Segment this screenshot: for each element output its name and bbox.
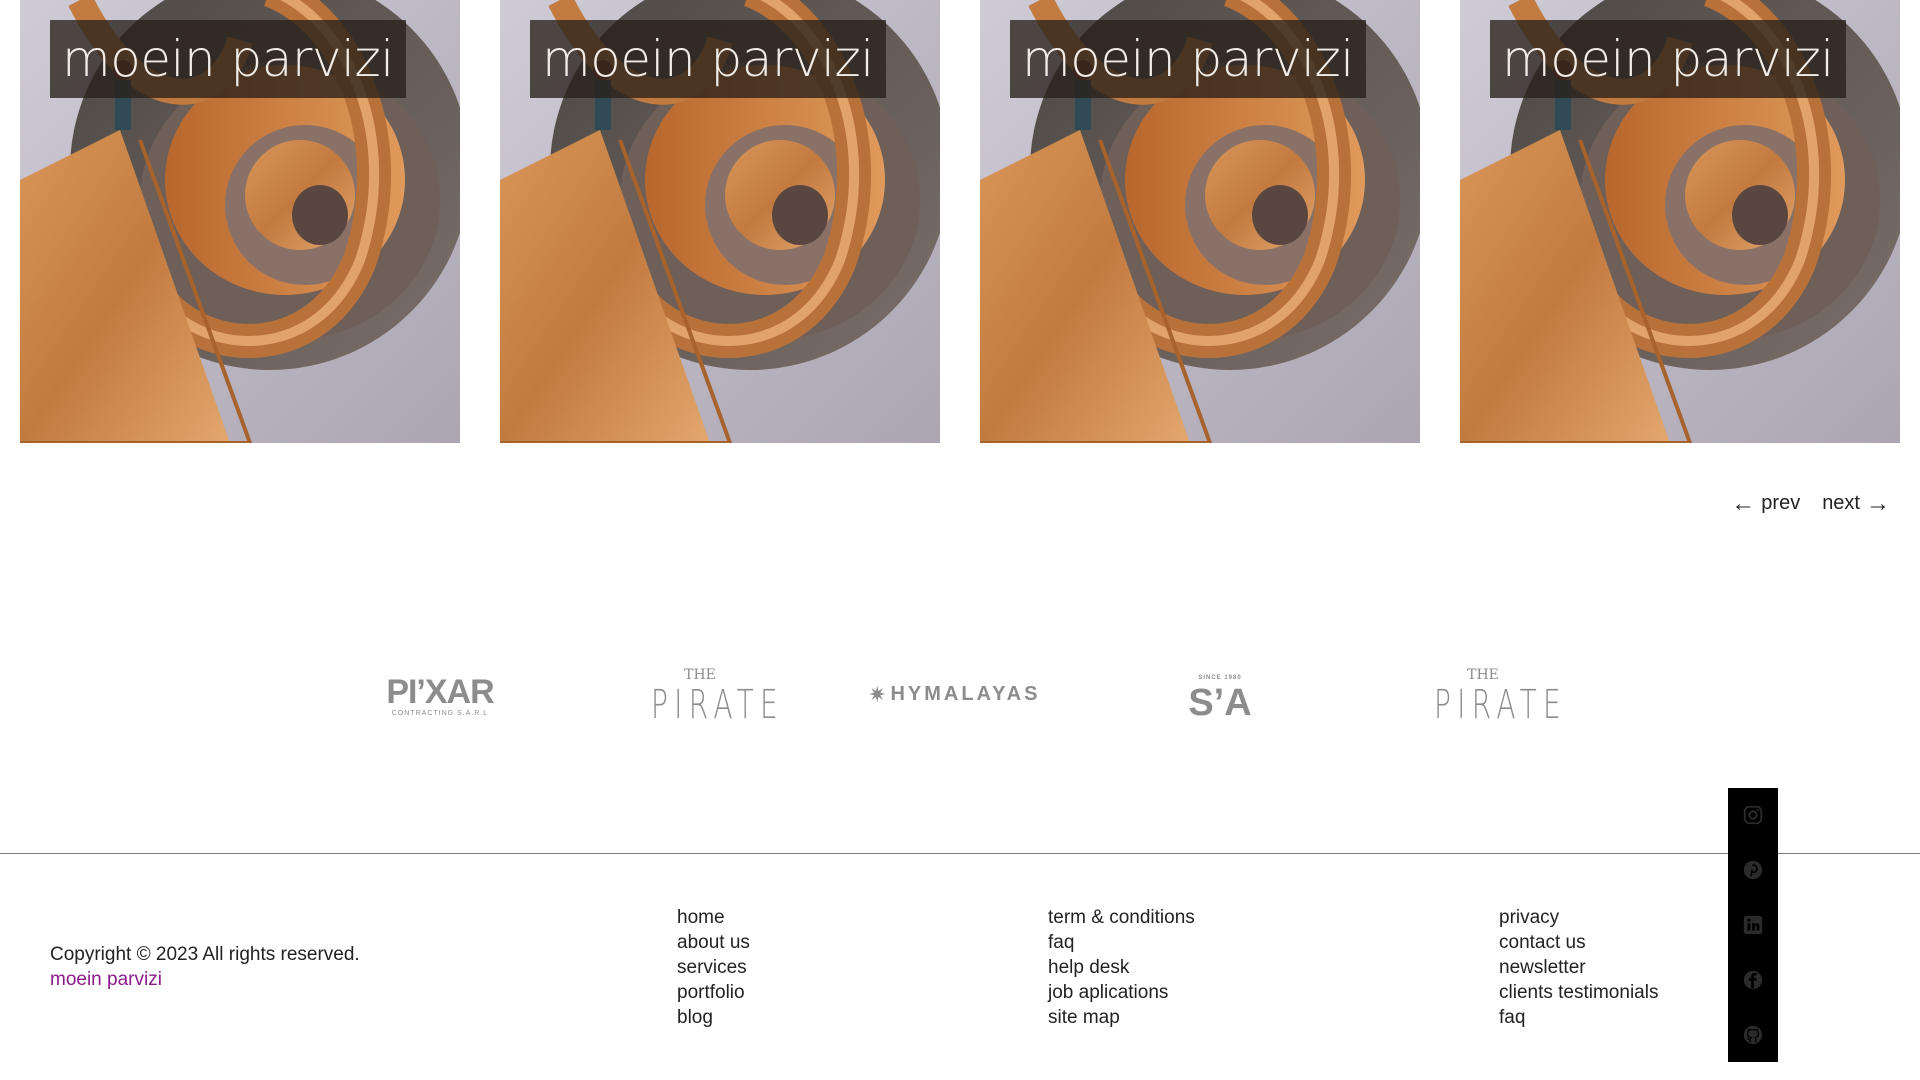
pixar-logo-text: PI’XAR <box>386 673 494 711</box>
card-title: moein parvizi <box>50 20 406 98</box>
portfolio-card[interactable]: moein parvizi <box>500 0 940 443</box>
pirate-logo[interactable]: THE PIRATE <box>1413 667 1568 728</box>
linkedin-icon[interactable] <box>1742 914 1764 936</box>
pinterest-icon[interactable] <box>1742 859 1764 881</box>
arrow-right-icon: → <box>1866 489 1890 517</box>
portfolio-gallery: moein parvizi moein parvizi moein parviz… <box>20 0 1900 443</box>
footer-link-portfolio[interactable]: portfolio <box>677 980 750 1005</box>
footer-link-newsletter[interactable]: newsletter <box>1499 955 1658 980</box>
footer-link-about-us[interactable]: about us <box>677 930 750 955</box>
gallery-pager: ← prev next → <box>1731 489 1890 517</box>
next-button[interactable]: next → <box>1822 489 1890 517</box>
footer-link-faq-2[interactable]: faq <box>1499 1005 1658 1030</box>
copyright-text: Copyright © 2023 All rights reserved. <box>50 944 360 965</box>
footer-link-faq[interactable]: faq <box>1048 930 1195 955</box>
brand-link[interactable]: moein parvizi <box>50 967 360 992</box>
footer-link-testimonials[interactable]: clients testimonials <box>1499 980 1658 1005</box>
arrow-left-icon: ← <box>1731 489 1756 517</box>
next-label: next <box>1822 492 1860 514</box>
footer-link-contact-us[interactable]: contact us <box>1499 930 1658 955</box>
prev-label: prev <box>1761 492 1801 514</box>
card-title: moein parvizi <box>1490 20 1846 98</box>
facebook-icon[interactable] <box>1742 969 1764 991</box>
footer-link-privacy[interactable]: privacy <box>1499 905 1658 930</box>
footer-link-site-map[interactable]: site map <box>1048 1005 1195 1030</box>
hymalayas-logo[interactable]: ✷ HYMALAYAS <box>868 683 1058 706</box>
hymalayas-logo-text: HYMALAYAS <box>890 683 1041 705</box>
footer-nav-main: home about us services portfolio blog <box>677 905 750 1030</box>
footer-link-terms[interactable]: term & conditions <box>1048 905 1195 930</box>
pirate-logo-the: THE <box>684 667 716 683</box>
footer-link-help-desk[interactable]: help desk <box>1048 955 1195 980</box>
pirate-logo-name: PIRATE <box>1434 682 1568 728</box>
portfolio-card[interactable]: moein parvizi <box>1460 0 1900 443</box>
footer-link-services[interactable]: services <box>677 955 750 980</box>
prev-button[interactable]: ← prev <box>1731 489 1801 517</box>
pirate-logo-name: PIRATE <box>651 682 785 728</box>
footer-nav-company: privacy contact us newsletter clients te… <box>1499 905 1658 1030</box>
footer-link-blog[interactable]: blog <box>677 1005 750 1030</box>
sa-logo-mark: S’A <box>1188 682 1252 724</box>
sa-logo[interactable]: SINCE 1980 S’A <box>1180 673 1260 723</box>
portfolio-card[interactable]: moein parvizi <box>980 0 1420 443</box>
footer-nav-support: term & conditions faq help desk job apli… <box>1048 905 1195 1030</box>
card-title: moein parvizi <box>530 20 886 98</box>
footer-divider <box>0 853 1920 854</box>
social-bar <box>1728 788 1778 1062</box>
footer-link-home[interactable]: home <box>677 905 750 930</box>
footer-link-job-applications[interactable]: job aplications <box>1048 980 1195 1005</box>
pirate-logo[interactable]: THE PIRATE <box>630 667 785 728</box>
sun-icon: ✷ <box>868 681 887 707</box>
instagram-icon[interactable] <box>1742 804 1764 826</box>
portfolio-card[interactable]: moein parvizi <box>20 0 460 443</box>
pirate-logo-the: THE <box>1467 667 1499 683</box>
client-logos: PI’XAR CONTRACTING S.A.R.L THE PIRATE ✷ … <box>0 655 1920 755</box>
copyright-block: Copyright © 2023 All rights reserved. mo… <box>50 942 360 992</box>
github-icon[interactable] <box>1742 1024 1764 1046</box>
card-title: moein parvizi <box>1010 20 1366 98</box>
pixar-logo[interactable]: PI’XAR CONTRACTING S.A.R.L <box>370 675 510 719</box>
